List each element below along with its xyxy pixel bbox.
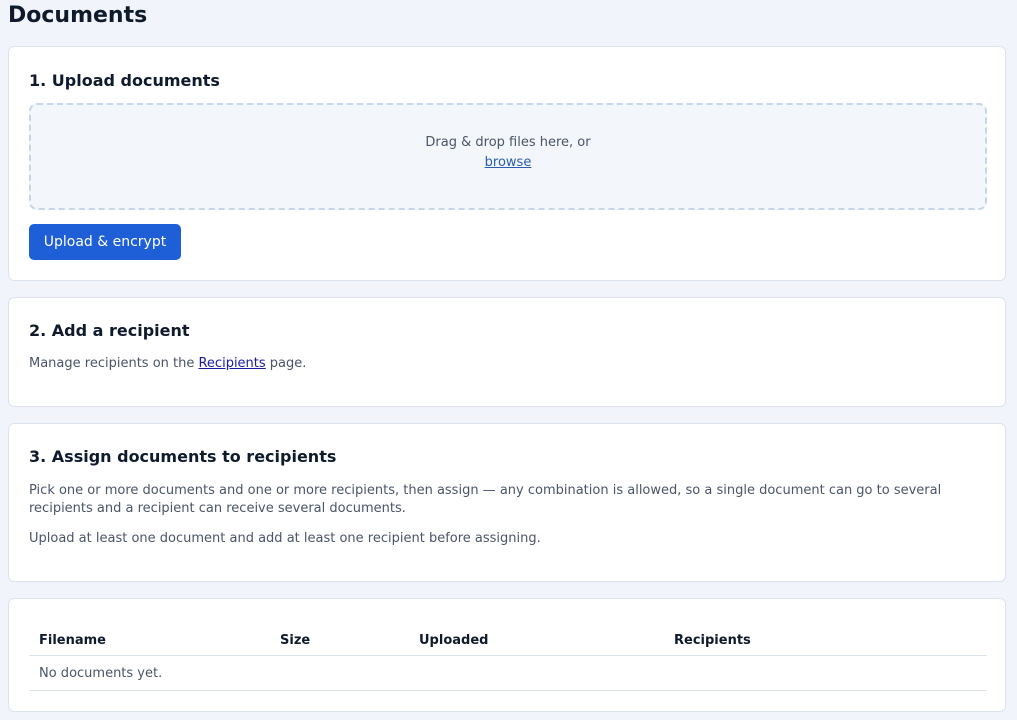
column-header-uploaded: Uploaded [409,625,664,656]
assign-hint: Upload at least one document and add at … [29,531,541,546]
table-row: No documents yet. [29,655,987,691]
assign-heading: 3. Assign documents to recipients [29,447,337,466]
page-title: Documents [8,3,148,28]
recipient-card: 2. Add a recipient Manage recipients on … [8,297,1006,407]
recipient-text-before: Manage recipients on the [29,356,199,371]
assign-description: Pick one or more documents and one or mo… [29,483,942,516]
upload-heading: 1. Upload documents [29,71,220,90]
recipient-heading: 2. Add a recipient [29,321,190,340]
table-header-row: Filename Size Uploaded Recipients [29,625,987,656]
documents-table: Filename Size Uploaded Recipients No doc… [29,625,987,691]
empty-table-message: No documents yet. [29,655,987,691]
column-header-size: Size [270,625,409,656]
recipient-text-after: page. [265,356,307,371]
upload-card: 1. Upload documents Drag & drop files he… [8,46,1006,281]
column-header-filename: Filename [29,625,270,656]
documents-page: Documents 1. Upload documents Drag & dro… [0,0,1017,720]
dropzone-text: Drag & drop files here, or [425,135,591,150]
upload-encrypt-button[interactable]: Upload & encrypt [29,224,181,260]
browse-link[interactable]: browse [485,155,532,170]
assign-card: 3. Assign documents to recipients Pick o… [8,423,1006,582]
documents-table-card: Filename Size Uploaded Recipients No doc… [8,598,1006,712]
file-dropzone[interactable]: Drag & drop files here, or browse [29,103,987,210]
recipient-description: Manage recipients on the Recipients page… [29,356,306,371]
column-header-recipients: Recipients [664,625,987,656]
recipients-page-link[interactable]: Recipients [198,356,265,371]
